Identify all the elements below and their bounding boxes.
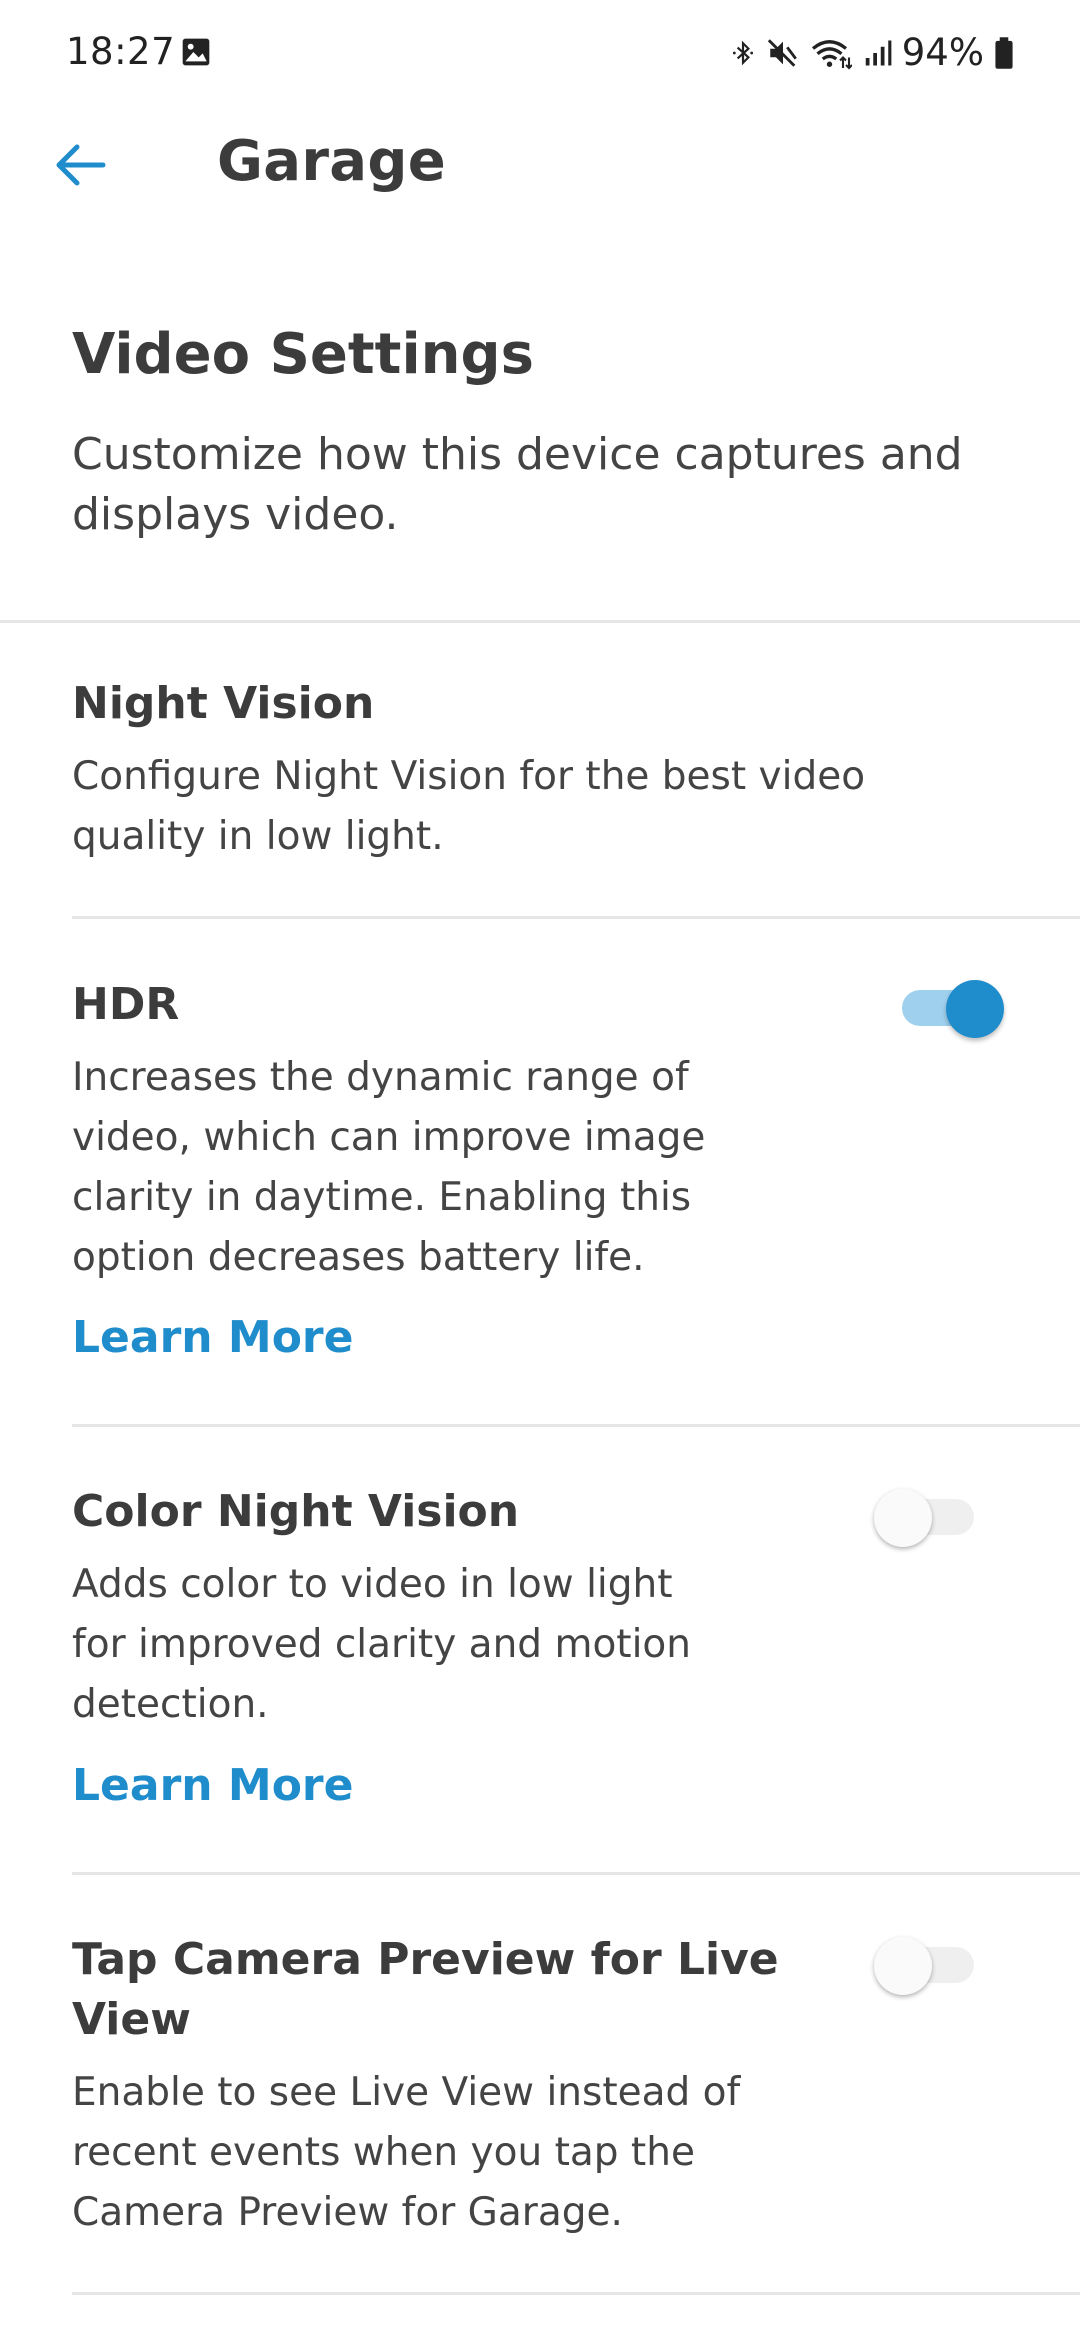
setting-title: Night Vision [72, 678, 375, 729]
tap-camera-preview-toggle[interactable] [874, 1931, 978, 1995]
toggle-thumb [946, 980, 1004, 1038]
toggle-thumb [874, 1937, 932, 1995]
back-button[interactable] [40, 125, 120, 205]
divider [72, 1872, 1080, 1875]
section-description: Customize how this device captures and d… [72, 429, 963, 540]
app-header: Garage [0, 105, 1080, 225]
page-title: Garage [217, 129, 447, 194]
setting-description: Configure Night Vision for the best vide… [72, 754, 866, 859]
wifi-icon [811, 39, 852, 69]
color-night-vision-toggle[interactable] [874, 1483, 978, 1547]
setting-description: Increases the dynamic range of video, wh… [72, 1055, 706, 1280]
learn-more-link[interactable]: Learn More [72, 1312, 353, 1363]
toggle-thumb [874, 1489, 932, 1547]
section-title: Video Settings [72, 322, 534, 387]
battery-percent: 94% [901, 31, 984, 74]
gallery-icon [182, 38, 210, 66]
mute-icon [767, 38, 797, 67]
back-arrow-icon [56, 144, 106, 186]
setting-description: Enable to see Live View instead of recen… [72, 2070, 741, 2235]
status-time: 18:27 [66, 30, 176, 73]
hdr-toggle[interactable] [902, 974, 1004, 1038]
divider [0, 620, 1080, 623]
setting-title: HDR [72, 979, 180, 1030]
learn-more-link[interactable]: Learn More [72, 1760, 353, 1811]
bluetooth-icon [732, 40, 753, 65]
signal-icon [865, 40, 892, 65]
battery-icon [995, 36, 1013, 69]
status-bar: 18:27 94% [0, 0, 1080, 105]
setting-description: Adds color to video in low light for imp… [72, 1562, 692, 1727]
divider [72, 2292, 1080, 2295]
setting-title: Color Night Vision [72, 1486, 520, 1537]
setting-title: Tap Camera Preview for Live View [72, 1934, 779, 2045]
status-icons: 94% [730, 30, 1014, 75]
divider [72, 1424, 1080, 1427]
divider [72, 916, 1080, 919]
